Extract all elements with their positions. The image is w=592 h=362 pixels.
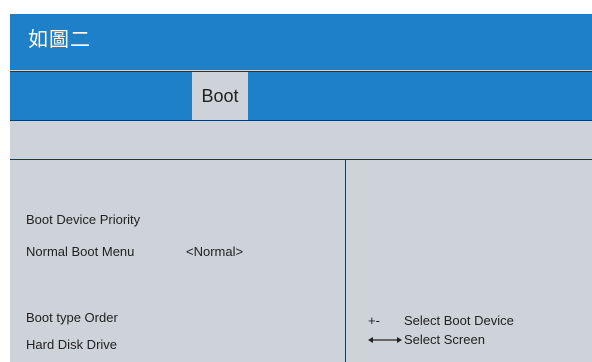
boot-device-priority-item[interactable]: Boot Device Priority [26, 212, 140, 227]
hard-disk-drive-item[interactable]: Hard Disk Drive [26, 337, 117, 352]
help-item-select-boot-device: +- Select Boot Device [368, 313, 514, 328]
tab-boot[interactable]: Boot [192, 72, 248, 120]
normal-boot-menu-value[interactable]: <Normal> [186, 244, 243, 259]
help-pane: +- Select Boot Device Select Screen [346, 160, 592, 362]
settings-pane: Boot Device Priority Normal Boot Menu <N… [10, 160, 345, 362]
menu-bar: Boot [10, 71, 592, 121]
help-item-select-screen: Select Screen [368, 332, 485, 347]
title-bar: 如圖二 [10, 14, 592, 70]
plus-minus-keys-icon: +- [368, 313, 380, 328]
help-description: Select Boot Device [404, 313, 514, 328]
left-right-arrow-icon [368, 332, 404, 347]
bios-frame: 如圖二 Boot Boot Device Priority Normal Boo… [10, 14, 592, 362]
window-title: 如圖二 [28, 29, 91, 51]
normal-boot-menu-label[interactable]: Normal Boot Menu [26, 244, 134, 259]
help-description: Select Screen [404, 332, 485, 347]
boot-type-order-item[interactable]: Boot type Order [26, 310, 118, 325]
